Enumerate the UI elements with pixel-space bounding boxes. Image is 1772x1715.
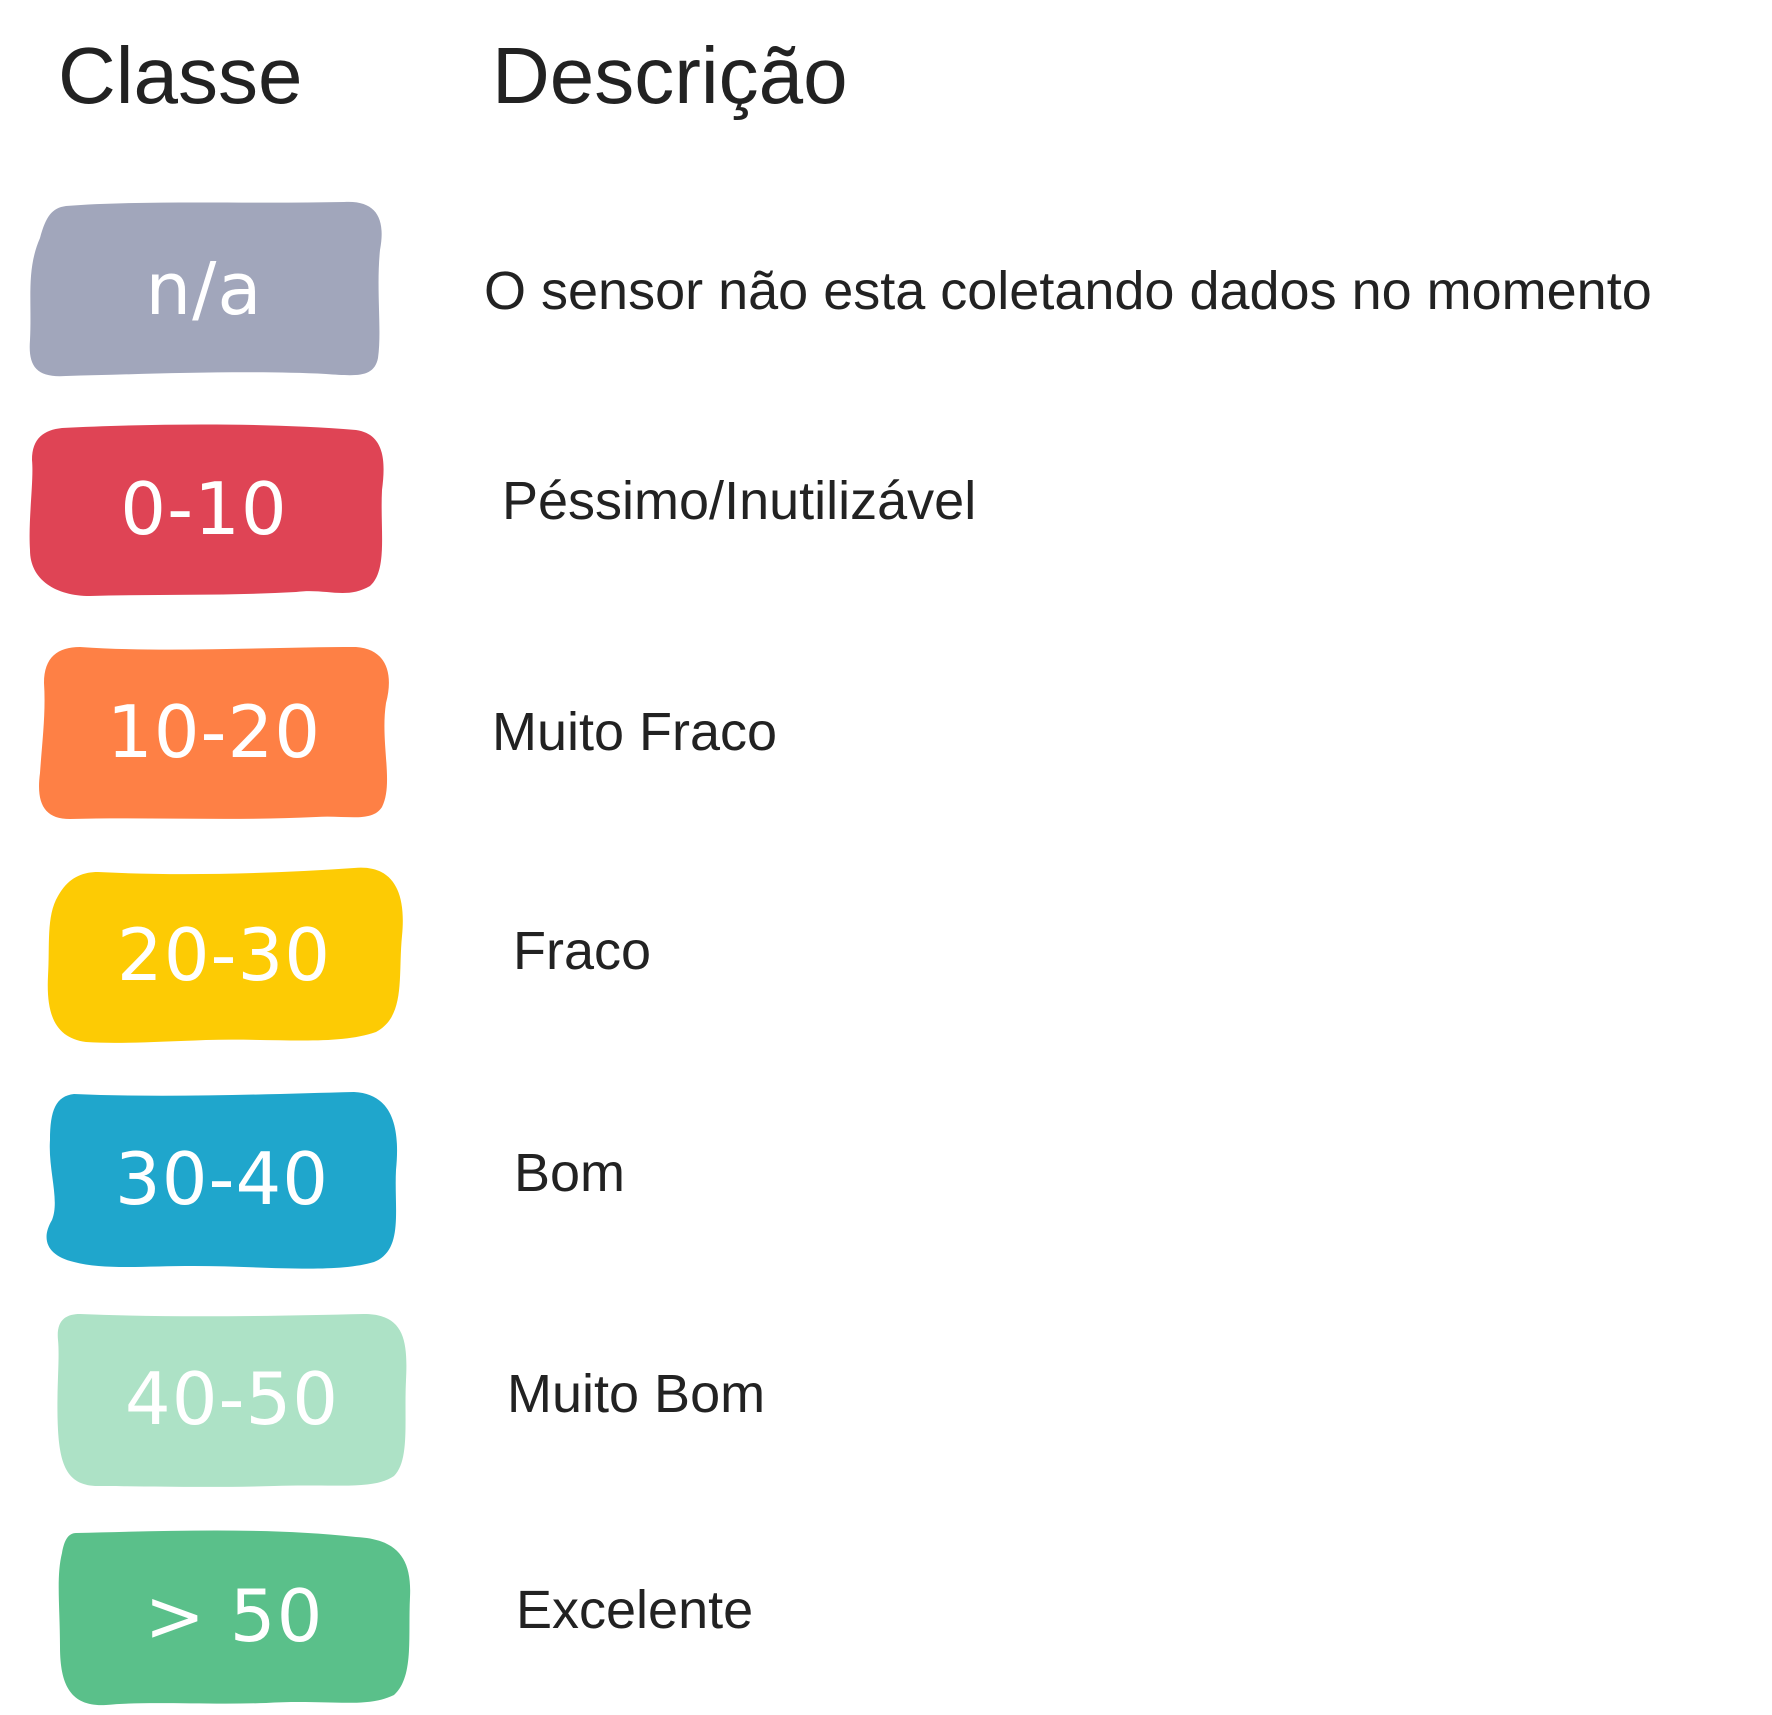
- description-text: Fraco: [513, 921, 652, 981]
- description-column-header: Descrição: [492, 31, 848, 120]
- description-text: Muito Bom: [507, 1364, 766, 1424]
- class-label: 40-50: [124, 1357, 340, 1441]
- legend-row-0-10: 0-10 Péssimo/Inutilizável: [0, 420, 1772, 600]
- legend-row-30-40: 30-40 Bom: [0, 1090, 1772, 1270]
- legend-row-10-20: 10-20 Muito Fraco: [0, 643, 1772, 823]
- class-badge-na: n/a: [26, 200, 382, 378]
- description-text: Muito Fraco: [492, 702, 778, 762]
- class-label: 10-20: [106, 690, 322, 774]
- class-badge-40-50: 40-50: [54, 1310, 410, 1488]
- class-label: 30-40: [114, 1137, 330, 1221]
- legend-row-gt-50: > 50 Excelente: [0, 1527, 1772, 1707]
- legend-row-20-30: 20-30 Fraco: [0, 866, 1772, 1046]
- class-badge-20-30: 20-30: [46, 866, 403, 1044]
- description-text: Bom: [514, 1143, 626, 1203]
- class-badge-gt-50: > 50: [56, 1527, 412, 1706]
- description-text: Péssimo/Inutilizável: [502, 471, 977, 531]
- class-column-header: Classe: [58, 31, 303, 120]
- class-badge-10-20: 10-20: [36, 643, 392, 821]
- class-label: > 50: [144, 1574, 324, 1658]
- description-text: Excelente: [516, 1580, 754, 1640]
- class-label: 20-30: [116, 913, 332, 997]
- class-label: 0-10: [120, 467, 288, 551]
- class-badge-30-40: 30-40: [44, 1090, 400, 1269]
- description-text: O sensor não esta coletando dados no mom…: [484, 261, 1652, 321]
- legend-row-40-50: 40-50 Muito Bom: [0, 1310, 1772, 1490]
- class-label: n/a: [145, 247, 263, 331]
- class-badge-0-10: 0-10: [26, 420, 384, 598]
- legend-row-na: n/a O sensor não esta coletando dados no…: [0, 200, 1772, 380]
